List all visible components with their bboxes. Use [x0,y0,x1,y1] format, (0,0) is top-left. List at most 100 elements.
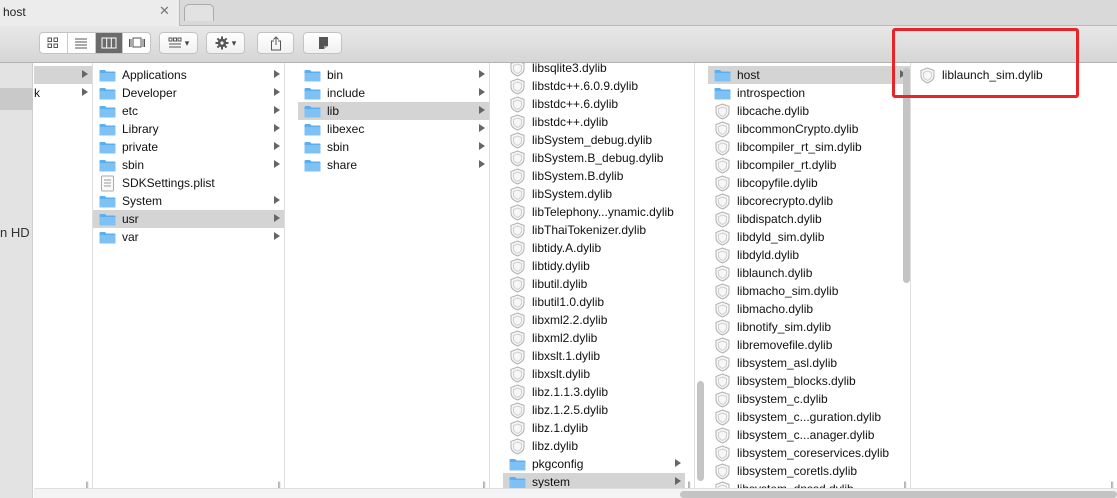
list-item[interactable]: libz.1.dylib [503,419,685,437]
chevron-right-icon [274,142,280,150]
list-item[interactable]: SDKSettings.plist [93,174,284,192]
sidebar-item-label[interactable]: n HD [0,225,30,240]
list-item-label: libutil.dylib [532,277,588,291]
tab-host[interactable]: host ✕ [0,0,180,26]
dylib-file-icon [715,300,730,318]
browser-column-6[interactable]: liblaunch_sim.dylib || [913,63,1117,498]
browser-column-5[interactable]: host introspection libcache.dylib libcommon… [708,63,911,498]
browser-column-4[interactable]: libsqlite3.dylib libstdc++.6.0.9.dylib lib… [503,63,695,498]
folder-icon [304,141,321,153]
list-item[interactable]: share [298,156,489,174]
list-item[interactable]: libutil1.0.dylib [503,293,685,311]
list-item-label: libcache.dylib [737,104,810,118]
list-item[interactable]: pkgconfig [503,455,685,473]
list-item[interactable]: sbin [93,156,284,174]
icon-view-icon[interactable] [40,33,68,53]
list-item[interactable]: libdispatch.dylib [708,210,910,228]
list-item[interactable]: libdyld.dylib [708,246,910,264]
list-item[interactable]: var [93,228,284,246]
list-item[interactable]: usr [93,210,284,228]
tags-button[interactable] [303,32,342,54]
list-item[interactable]: lib [298,102,489,120]
list-item[interactable]: libsystem_c.dylib [708,390,910,408]
list-item[interactable]: k [34,84,92,102]
list-item[interactable]: libutil.dylib [503,275,685,293]
dylib-file-icon [715,336,730,354]
list-item[interactable]: libsystem_blocks.dylib [708,372,910,390]
list-item[interactable]: Applications [93,66,284,84]
list-item[interactable]: libxml2.2.dylib [503,311,685,329]
list-item[interactable]: libxslt.dylib [503,365,685,383]
list-item[interactable]: libz.1.2.5.dylib [503,401,685,419]
list-item[interactable]: libexec [298,120,489,138]
horizontal-scrollbar[interactable] [34,488,1117,498]
close-icon[interactable]: ✕ [159,3,170,19]
list-item[interactable]: libsqlite3.dylib [503,63,685,77]
list-item[interactable]: libTelephony...ynamic.dylib [503,203,685,221]
list-view-icon[interactable] [68,33,96,53]
folder-icon [99,87,116,99]
list-item-label: system [532,475,571,489]
list-item[interactable]: libremovefile.dylib [708,336,910,354]
list-item[interactable]: libcorecrypto.dylib [708,192,910,210]
list-item[interactable]: libcompiler_rt_sim.dylib [708,138,910,156]
list-item[interactable]: libstdc++.6.0.9.dylib [503,77,685,95]
sidebar-selected-item[interactable] [0,88,33,110]
chevron-right-icon [82,70,88,78]
list-item[interactable]: sbin [298,138,489,156]
list-item[interactable]: libThaiTokenizer.dylib [503,221,685,239]
arrange-button[interactable]: ▾ [159,32,198,54]
list-item[interactable]: libsystem_c...guration.dylib [708,408,910,426]
list-item[interactable]: libxslt.1.dylib [503,347,685,365]
list-item[interactable]: libtidy.A.dylib [503,239,685,257]
list-item[interactable]: libxml2.dylib [503,329,685,347]
list-item[interactable]: libstdc++.6.dylib [503,95,685,113]
column-4-scrollbar[interactable] [697,381,704,481]
list-item[interactable]: System [93,192,284,210]
column-view-icon[interactable] [95,33,124,53]
list-item[interactable]: liblaunch.dylib [708,264,910,282]
browser-column-1[interactable]: k || [34,63,93,498]
cover-flow-icon[interactable] [123,33,150,53]
browser-column-2[interactable]: Applications Developer etc Library private sb… [93,63,285,498]
list-item[interactable]: libsystem_coretls.dylib [708,462,910,480]
list-item[interactable]: Developer [93,84,284,102]
new-tab-button[interactable] [184,4,214,21]
list-item[interactable]: libmacho_sim.dylib [708,282,910,300]
action-button[interactable]: ▾ [206,32,245,54]
list-item[interactable]: libz.dylib [503,437,685,455]
list-item[interactable]: libnotify_sim.dylib [708,318,910,336]
list-item[interactable]: host [708,66,910,84]
list-item[interactable]: libz.1.1.3.dylib [503,383,685,401]
list-item[interactable]: Library [93,120,284,138]
list-item[interactable]: libcache.dylib [708,102,910,120]
list-item[interactable]: libtidy.dylib [503,257,685,275]
list-item[interactable]: libcompiler_rt.dylib [708,156,910,174]
list-item[interactable]: libdyld_sim.dylib [708,228,910,246]
list-item[interactable]: libcommonCrypto.dylib [708,120,910,138]
sidebar: n HD [0,63,33,498]
list-item[interactable]: libSystem.B.dylib [503,167,685,185]
list-item[interactable]: libSystem_debug.dylib [503,131,685,149]
dylib-file-icon [510,293,525,311]
list-item[interactable]: include [298,84,489,102]
share-button[interactable] [257,32,294,54]
column-5-scrollbar[interactable] [903,68,910,283]
list-item[interactable]: libSystem.dylib [503,185,685,203]
list-item[interactable]: libSystem.B_debug.dylib [503,149,685,167]
list-item[interactable] [34,66,92,84]
list-item[interactable]: libcopyfile.dylib [708,174,910,192]
browser-column-3[interactable]: bin include lib libexec sbin share || [298,63,490,498]
list-item[interactable]: libsystem_c...anager.dylib [708,426,910,444]
list-item[interactable]: introspection [708,84,910,102]
list-item[interactable]: bin [298,66,489,84]
list-item[interactable]: libsystem_coreservices.dylib [708,444,910,462]
list-item-label: libsystem_asl.dylib [737,356,838,370]
list-item[interactable]: libstdc++.dylib [503,113,685,131]
horizontal-scrollbar-thumb[interactable] [680,491,1117,498]
list-item[interactable]: etc [93,102,284,120]
chevron-down-icon: ▾ [184,37,190,48]
list-item[interactable]: libmacho.dylib [708,300,910,318]
list-item[interactable]: private [93,138,284,156]
list-item[interactable]: libsystem_asl.dylib [708,354,910,372]
